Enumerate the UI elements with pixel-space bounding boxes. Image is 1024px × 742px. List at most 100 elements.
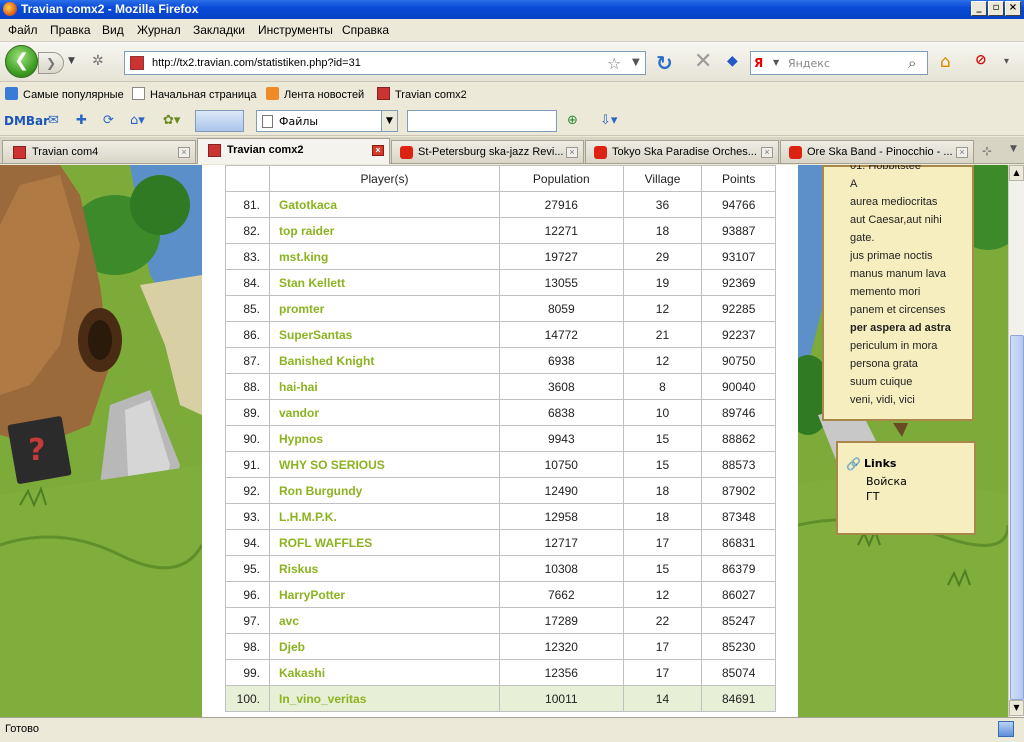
adblock-icon[interactable]: ⊘ [975,52,987,68]
yandex-icon[interactable]: Я [754,56,774,71]
scroll-up-arrow[interactable]: ▲ [1009,165,1024,181]
close-tab-icon[interactable]: × [178,147,190,158]
player-name-link[interactable]: avc [269,607,500,634]
player-name-link[interactable]: Kakashi [269,659,500,686]
tab-tokyo-ska[interactable]: Tokyo Ska Paradise Orches... × [585,140,779,163]
menu-view[interactable]: Вид [102,23,124,37]
home-icon[interactable]: ⌂ [940,52,951,72]
feed-icon[interactable]: ◆ [727,53,738,69]
player-name-link[interactable]: In_vino_veritas [269,685,500,712]
forward-button[interactable]: ❯ [38,52,64,74]
plugin-icon[interactable]: ✿▾ [163,113,180,128]
dmbar-input[interactable] [407,110,557,132]
reload-icon[interactable]: ↻ [656,51,673,75]
link-item-gt[interactable]: ГТ [866,490,879,503]
menu-help[interactable]: Справка [342,23,389,37]
history-dropdown-icon[interactable]: ▼ [68,56,75,66]
menu-edit[interactable]: Правка [50,23,91,37]
player-name-link[interactable]: vandor [269,399,500,426]
search-engine-dropdown-icon[interactable]: ▼ [773,58,779,67]
player-name-link[interactable]: Riskus [269,555,500,582]
tab-list-icon[interactable]: ⊹ [982,144,992,158]
toolbar-overflow-icon[interactable]: ▾ [1004,56,1009,67]
player-rank: 88. [225,373,270,400]
add-icon[interactable]: ✚ [76,113,87,128]
player-villages: 8 [622,373,703,400]
player-name-link[interactable]: hai-hai [269,373,500,400]
player-name-link[interactable]: Banished Knight [269,347,500,374]
header-population[interactable]: Population [499,165,624,192]
status-addon-icon[interactable] [998,721,1014,737]
bookmark-folder-icon [5,87,18,100]
bookmark-travian[interactable]: Travian comx2 [377,87,467,101]
web-icon[interactable]: ⌂▾ [130,113,145,128]
dmbar-select[interactable]: Файлы ▼ [256,110,398,132]
refresh-icon[interactable]: ⟳ [103,113,114,128]
player-name-link[interactable]: Hypnos [269,425,500,452]
menu-bookmarks[interactable]: Закладки [193,23,245,37]
header-village[interactable]: Village [622,165,703,192]
player-name-link[interactable]: L.H.M.P.K. [269,503,500,530]
url-bar[interactable]: http://tx2.travian.com/statistiken.php?i… [124,51,646,75]
travian-icon [208,144,221,157]
tab-travian-com4[interactable]: Travian com4 × [2,140,196,163]
maximize-button[interactable]: ▫ [988,1,1004,16]
menu-file[interactable]: Файл [8,23,38,37]
close-tab-icon[interactable]: × [372,145,384,156]
find-icon[interactable]: ⊕ [567,113,578,128]
player-name-link[interactable]: WHY SO SERIOUS [269,451,500,478]
player-points: 92369 [701,269,776,296]
menu-history[interactable]: Журнал [137,23,181,37]
vertical-scrollbar[interactable]: ▲ ▼ [1008,165,1024,717]
player-name-link[interactable]: SuperSantas [269,321,500,348]
player-name-link[interactable]: mst.king [269,243,500,270]
table-row: 99. Kakashi 12356 17 85074 [225,659,776,686]
player-name-link[interactable]: Ron Burgundy [269,477,500,504]
statistics-panel: Player(s) Population Village Points 81. G… [202,165,798,717]
player-name-link[interactable]: promter [269,295,500,322]
search-icon[interactable]: ⌕ [908,54,916,72]
search-placeholder[interactable]: Яндекс [788,57,830,70]
mode-toggle[interactable] [195,110,244,132]
url-dropdown-icon[interactable]: ▼ [632,57,640,68]
chat-icon[interactable]: ✉ [48,113,59,128]
status-bar: Готово [0,717,1024,742]
search-box[interactable]: Я ▼ Яндекс ⌕ [750,51,928,75]
player-name-link[interactable]: top raider [269,217,500,244]
back-button[interactable]: ❮ [5,45,38,78]
table-row: 82. top raider 12271 18 93887 [225,217,776,244]
stop-icon[interactable]: ✕ [694,49,712,74]
all-tabs-dropdown-icon[interactable]: ▼ [1010,144,1017,154]
download-icon[interactable]: ⇩▾ [600,113,617,128]
bookmark-star-icon[interactable]: ☆ [607,54,621,73]
player-name-link[interactable]: ROFL WAFFLES [269,529,500,556]
link-item-troops[interactable]: Войска [866,475,907,488]
menu-tools[interactable]: Инструменты [258,23,333,37]
connection-icon[interactable]: ✲ [92,53,104,69]
close-tab-icon[interactable]: × [761,147,773,158]
player-name-link[interactable]: HarryPotter [269,581,500,608]
bookmark-most-visited[interactable]: Самые популярные [5,87,124,101]
player-name-link[interactable]: Djeb [269,633,500,660]
header-players[interactable]: Player(s) [269,165,500,192]
minimize-button[interactable]: _ [971,1,987,16]
header-points[interactable]: Points [701,165,776,192]
select-arrow-icon[interactable]: ▼ [381,111,397,131]
player-name-link[interactable]: Stan Kellett [269,269,500,296]
dmbar-logo[interactable]: DMBar [4,114,49,128]
side-note-line: memento mori [850,286,921,298]
scroll-down-arrow[interactable]: ▼ [1009,700,1024,716]
tab-ore-ska-band[interactable]: Ore Ska Band - Pinocchio - ... × [780,140,974,163]
scrollbar-thumb[interactable] [1010,335,1024,700]
youtube-icon [789,146,802,159]
bookmark-start-page[interactable]: Начальная страница [132,87,256,101]
url-text[interactable]: http://tx2.travian.com/statistiken.php?i… [152,57,361,69]
close-tab-icon[interactable]: × [566,147,578,158]
tab-st-petersburg-ska[interactable]: St-Petersburg ska-jazz Revi... × [391,140,584,163]
close-tab-icon[interactable]: × [956,147,968,158]
dmbar-select-value: Файлы [279,115,319,128]
player-name-link[interactable]: Gatotkaca [269,191,500,218]
close-window-button[interactable]: × [1005,1,1021,16]
bookmark-news-feed[interactable]: Лента новостей [266,87,364,101]
tab-travian-comx2[interactable]: Travian comx2 × [197,138,390,164]
